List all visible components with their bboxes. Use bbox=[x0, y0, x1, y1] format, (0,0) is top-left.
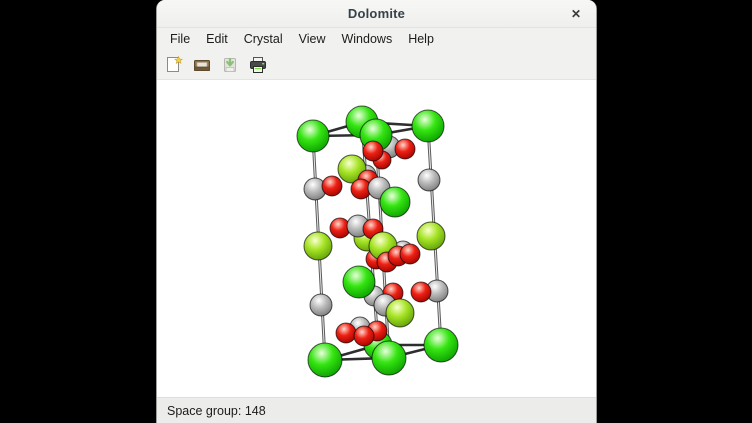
atom-ca[interactable] bbox=[412, 110, 444, 142]
new-document-button[interactable] bbox=[163, 54, 185, 76]
app-window: Dolomite ✕ FileEditCrystalViewWindowsHel… bbox=[156, 0, 597, 423]
atom-o[interactable] bbox=[322, 176, 342, 196]
atom-o[interactable] bbox=[395, 139, 415, 159]
menu-crystal[interactable]: Crystal bbox=[236, 29, 291, 49]
close-icon[interactable]: ✕ bbox=[568, 6, 584, 22]
open-folder-icon bbox=[192, 55, 212, 75]
atom-o[interactable] bbox=[411, 282, 431, 302]
atom-mg[interactable] bbox=[304, 232, 332, 260]
save-file-button[interactable] bbox=[219, 54, 241, 76]
menu-bar: FileEditCrystalViewWindowsHelp bbox=[157, 28, 596, 50]
atom-ca[interactable] bbox=[343, 266, 375, 298]
menu-view[interactable]: View bbox=[291, 29, 334, 49]
title-bar[interactable]: Dolomite ✕ bbox=[157, 0, 596, 28]
new-document-icon bbox=[164, 55, 184, 75]
structure-viewport[interactable] bbox=[157, 80, 596, 397]
menu-edit[interactable]: Edit bbox=[198, 29, 236, 49]
atom-ca[interactable] bbox=[424, 328, 458, 362]
atom-ca[interactable] bbox=[372, 341, 406, 375]
status-bar: Space group: 148 bbox=[157, 397, 596, 423]
atom-c[interactable] bbox=[310, 294, 332, 316]
atom-ca[interactable] bbox=[380, 187, 410, 217]
atom-ca[interactable] bbox=[297, 120, 329, 152]
print-button[interactable] bbox=[247, 54, 269, 76]
atom-o[interactable] bbox=[400, 244, 420, 264]
window-title: Dolomite bbox=[348, 6, 405, 21]
open-file-button[interactable] bbox=[191, 54, 213, 76]
atom-mg[interactable] bbox=[386, 299, 414, 327]
menu-file[interactable]: File bbox=[162, 29, 198, 49]
toolbar bbox=[157, 50, 596, 80]
atom-o[interactable] bbox=[363, 141, 383, 161]
menu-help[interactable]: Help bbox=[400, 29, 442, 49]
atom-ca[interactable] bbox=[308, 343, 342, 377]
save-download-icon bbox=[220, 55, 240, 75]
desktop-background: Dolomite ✕ FileEditCrystalViewWindowsHel… bbox=[0, 0, 752, 423]
atom-c[interactable] bbox=[418, 169, 440, 191]
crystal-svg bbox=[157, 80, 596, 397]
menu-windows[interactable]: Windows bbox=[333, 29, 400, 49]
atom-o[interactable] bbox=[336, 323, 356, 343]
space-group-label: Space group: 148 bbox=[167, 404, 266, 418]
atom-mg[interactable] bbox=[417, 222, 445, 250]
atom-o[interactable] bbox=[354, 326, 374, 346]
printer-icon bbox=[248, 55, 268, 75]
